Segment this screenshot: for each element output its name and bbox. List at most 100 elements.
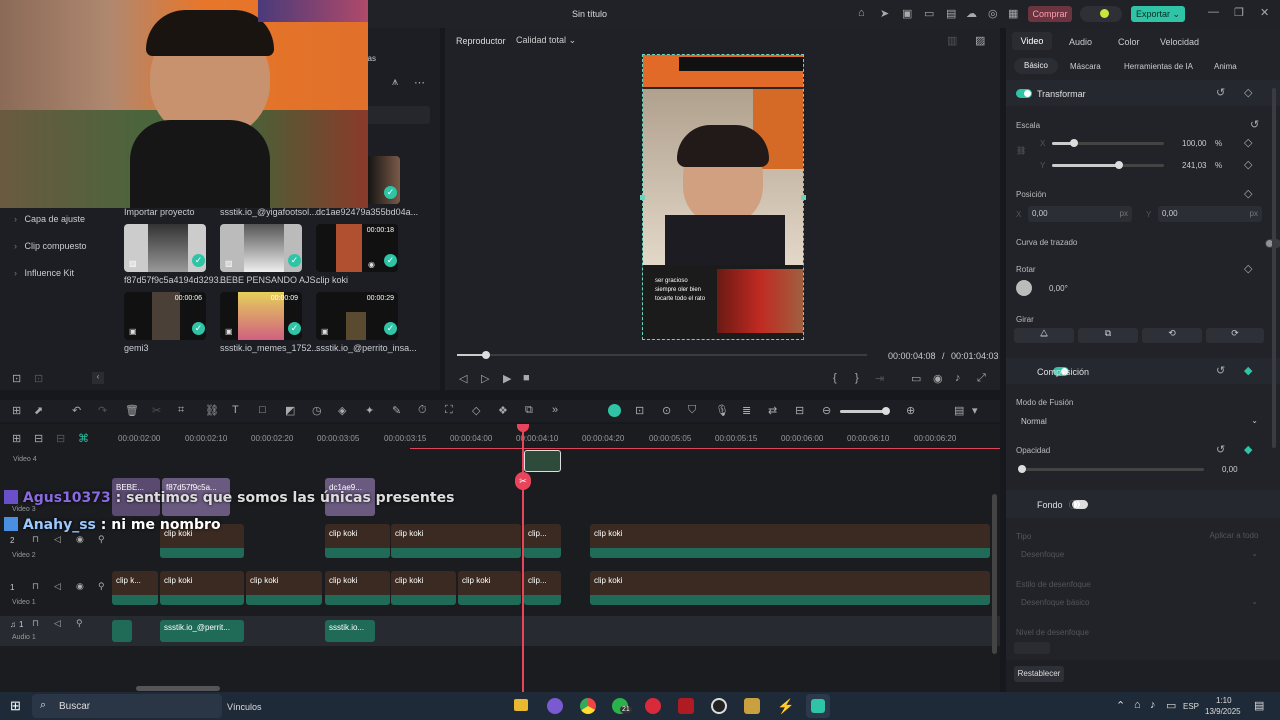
- keyframe-icon[interactable]: ◆: [1244, 443, 1252, 456]
- discord-icon[interactable]: [547, 698, 563, 714]
- tab-video[interactable]: Video: [1012, 32, 1052, 50]
- lock-icon[interactable]: ⊓: [32, 534, 39, 545]
- snap-icon[interactable]: ⊟: [56, 432, 65, 445]
- reset-icon[interactable]: ↺: [1216, 86, 1225, 99]
- redo-icon[interactable]: ↷: [98, 404, 107, 417]
- app-icon[interactable]: ⚡: [777, 698, 794, 714]
- scale-y-slider[interactable]: [1052, 161, 1164, 169]
- lock-icon[interactable]: ⊓: [32, 581, 39, 592]
- horizontal-scrollbar[interactable]: [136, 686, 220, 691]
- language-indicator[interactable]: ESP: [1183, 702, 1199, 711]
- keyframe-icon[interactable]: ◇: [1244, 86, 1252, 99]
- sidebar-item-compound-clip[interactable]: › Clip compuesto: [8, 235, 103, 262]
- blur-style-select[interactable]: Desenfoque básico ⌄: [1014, 595, 1264, 610]
- volume-icon[interactable]: ♪: [1150, 699, 1156, 711]
- media-thumb[interactable]: 00:00:18 ◉ ✓: [316, 224, 398, 272]
- crop-icon[interactable]: ⌗: [178, 404, 184, 417]
- battery-icon[interactable]: ▭: [1166, 699, 1176, 712]
- chevron-up-icon[interactable]: ⌃: [1116, 699, 1125, 712]
- pos-x-field[interactable]: 0,00 px: [1028, 206, 1132, 222]
- subtab-ai-tools[interactable]: Herramientas de IA: [1124, 62, 1193, 71]
- subtab-basic[interactable]: Básico: [1014, 58, 1058, 74]
- eye-icon[interactable]: ◉: [76, 581, 84, 592]
- links-toolbar[interactable]: Vínculos: [227, 702, 262, 712]
- media-thumb[interactable]: 00:00:06 ▣ ✓: [124, 292, 206, 340]
- filter-icon[interactable]: ⩚: [392, 76, 398, 89]
- scale-x-slider[interactable]: [1052, 139, 1164, 147]
- timeline-clip[interactable]: clip koki: [160, 571, 244, 605]
- minimize-icon[interactable]: —: [1208, 6, 1219, 18]
- effects-icon[interactable]: ⚲: [98, 581, 105, 592]
- network-icon[interactable]: ⌂: [1134, 699, 1141, 711]
- sidebar-item-influence-kit[interactable]: › Influence Kit: [8, 262, 103, 289]
- chrome-icon[interactable]: [580, 698, 596, 714]
- link-icon[interactable]: ⛓: [205, 404, 219, 417]
- timeline-clip[interactable]: clip koki: [325, 524, 390, 558]
- flip-vertical-button[interactable]: ⧉: [1078, 328, 1138, 343]
- speed-icon[interactable]: ◷: [312, 404, 322, 417]
- subtab-mask[interactable]: Máscara: [1070, 62, 1101, 71]
- effects-icon[interactable]: ⚲: [98, 534, 105, 545]
- lock-icon[interactable]: ⊓: [32, 618, 39, 629]
- link-icon[interactable]: ⛓: [1016, 146, 1026, 155]
- ripple-icon[interactable]: ⌘: [78, 432, 89, 445]
- video-canvas[interactable]: ser gracioso siempre oler bien tocarte t…: [642, 54, 804, 340]
- reset-icon[interactable]: ↺: [1216, 364, 1225, 377]
- display-icon[interactable]: ▭: [911, 372, 921, 385]
- reset-button[interactable]: Restablecer: [1014, 666, 1064, 682]
- filmora-taskbar-icon[interactable]: [806, 694, 830, 718]
- mute-icon[interactable]: ◁: [54, 618, 61, 629]
- layout-icon[interactable]: ⊞: [12, 404, 21, 417]
- timeline-clip[interactable]: [524, 450, 561, 472]
- rotate-value[interactable]: 0,00°: [1049, 284, 1068, 293]
- blur-level-field[interactable]: [1014, 642, 1050, 654]
- sidebar-item-adjustment-layer[interactable]: › Capa de ajuste: [8, 208, 103, 235]
- mask-icon[interactable]: ◩: [285, 404, 295, 417]
- snapshot-icon[interactable]: ▨: [975, 34, 985, 47]
- quality-select[interactable]: Calidad total ⌄: [511, 33, 589, 47]
- keyframe-icon[interactable]: ◇: [1244, 262, 1252, 275]
- buy-button[interactable]: Comprar: [1028, 6, 1072, 22]
- eye-icon[interactable]: ◉: [76, 534, 84, 545]
- keyframe-icon[interactable]: ◆: [1244, 364, 1252, 377]
- timeline-clip[interactable]: clip...: [524, 571, 561, 605]
- timeline-clip[interactable]: clip koki: [590, 524, 990, 558]
- properties-scrollbar[interactable]: [1272, 88, 1276, 448]
- play-icon[interactable]: ▶: [503, 372, 511, 385]
- save-icon[interactable]: ▭: [924, 7, 934, 20]
- rotate-left-button[interactable]: ⟲: [1142, 328, 1202, 343]
- windows-start-icon[interactable]: ⊞: [10, 698, 21, 714]
- resize-handle[interactable]: [801, 195, 806, 200]
- tab-color[interactable]: Color: [1118, 37, 1140, 47]
- more-icon[interactable]: ⋯: [414, 76, 425, 89]
- mute-icon[interactable]: ◁: [54, 534, 61, 545]
- image-icon[interactable]: ▤: [946, 7, 956, 20]
- app-icon[interactable]: [678, 698, 694, 714]
- track-layout-icon[interactable]: ▤: [954, 404, 964, 417]
- collapse-icon[interactable]: ‹: [92, 372, 104, 384]
- obs-icon[interactable]: [711, 698, 727, 714]
- tab-speed[interactable]: Velocidad: [1160, 37, 1199, 47]
- audio-mix-icon[interactable]: ≣: [742, 404, 751, 417]
- time-ruler[interactable]: 00:00:02:00 00:00:02:10 00:00:02:20 00:0…: [112, 424, 1000, 450]
- keyframe-icon[interactable]: ◇: [1244, 158, 1252, 171]
- app-icon[interactable]: [744, 698, 760, 714]
- layout-icon[interactable]: ▣: [902, 7, 912, 20]
- cut-icon[interactable]: ✂: [152, 404, 161, 417]
- edit-icon[interactable]: ✎: [392, 404, 401, 417]
- reset-icon[interactable]: ↺: [1250, 118, 1259, 131]
- mic-icon[interactable]: 🎙: [715, 404, 729, 417]
- record-icon[interactable]: ⊡: [635, 404, 644, 417]
- camera-icon[interactable]: ◉: [933, 372, 943, 385]
- mute-icon[interactable]: ◁: [54, 581, 61, 592]
- timeline-clip[interactable]: clip koki: [325, 571, 390, 605]
- vertical-scrollbar[interactable]: [992, 494, 997, 654]
- undo-icon[interactable]: ↶: [72, 404, 81, 417]
- link-track-icon[interactable]: ⊟: [34, 432, 43, 445]
- new-folder-icon[interactable]: ⊡: [12, 372, 21, 385]
- timeline-clip[interactable]: clip k...: [112, 571, 158, 605]
- apps-icon[interactable]: ▦: [1008, 7, 1018, 20]
- ai-icon[interactable]: ✦: [365, 404, 374, 417]
- scissors-icon[interactable]: ✂: [515, 472, 531, 490]
- split-view-icon[interactable]: ⊟: [795, 404, 804, 417]
